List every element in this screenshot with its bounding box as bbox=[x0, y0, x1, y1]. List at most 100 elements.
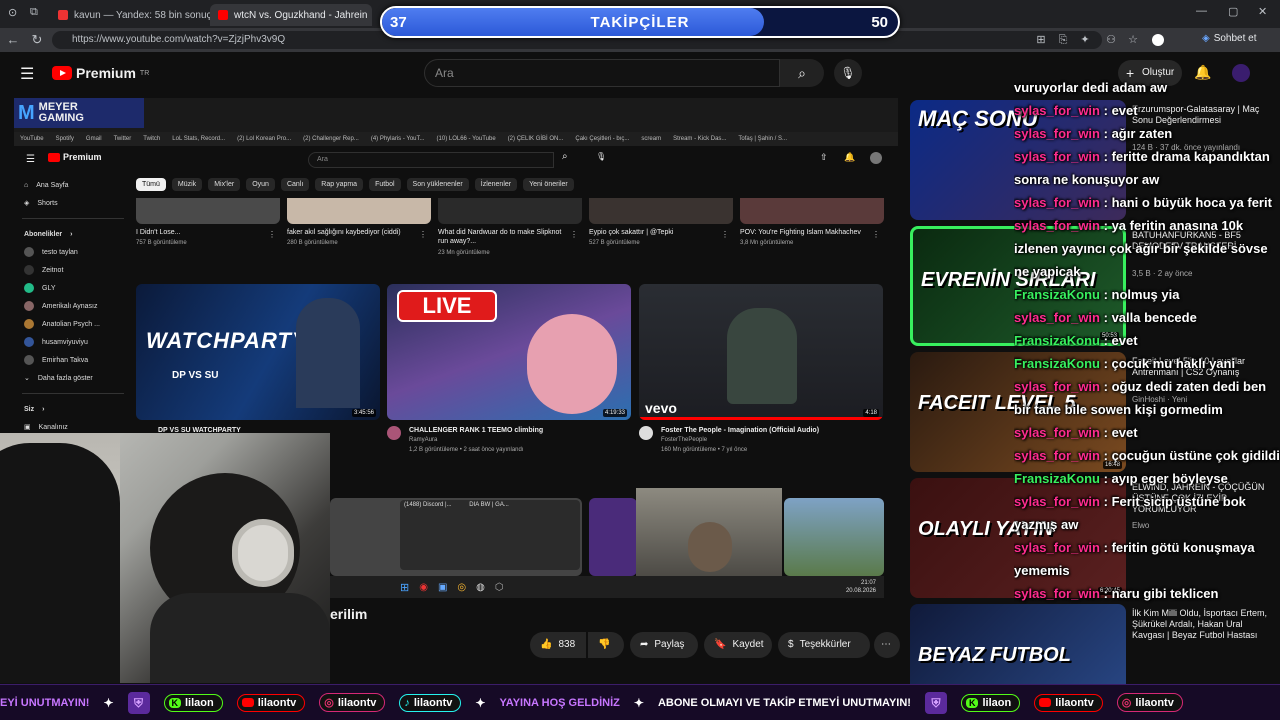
hamburger-menu-icon[interactable]: ☰ bbox=[20, 64, 34, 84]
sidebar-item-sub[interactable]: GLY bbox=[14, 279, 132, 297]
filter-chip[interactable]: Futbol bbox=[369, 178, 401, 191]
search-input[interactable]: Ara bbox=[424, 59, 780, 87]
bookmark-item[interactable]: (10) LOL66 - YouTube bbox=[437, 136, 496, 142]
filter-chip[interactable]: Son yüklenenler bbox=[406, 178, 469, 191]
video-title[interactable]: I Didn't Lose... bbox=[136, 228, 264, 237]
save-button[interactable]: 🔖 Kaydet bbox=[704, 632, 772, 658]
sidebar-item-shorts[interactable]: ◈ Shorts bbox=[14, 194, 132, 212]
chrome-icon[interactable]: ◎ bbox=[457, 582, 466, 593]
more-actions-button[interactable]: ⋯ bbox=[874, 632, 900, 658]
split-icon[interactable]: ⚇ bbox=[1104, 33, 1118, 47]
copilot-chat-button[interactable]: ◈ Sohbet et bbox=[1202, 33, 1257, 44]
filter-chip[interactable]: Oyun bbox=[246, 178, 275, 191]
app-icon[interactable]: ⬡ bbox=[495, 582, 504, 593]
maximize-icon[interactable]: ▢ bbox=[1228, 5, 1238, 18]
sidebar-item-home[interactable]: ⌂ Ana Sayfa bbox=[14, 176, 132, 194]
more-options-icon[interactable]: ⋮ bbox=[570, 230, 578, 239]
hamburger-menu-icon[interactable]: ☰ bbox=[26, 154, 35, 165]
video-thumbnail[interactable] bbox=[287, 198, 431, 224]
show-more-button[interactable]: ⌄ Daha fazla göster bbox=[14, 369, 132, 387]
tab-actions-icon[interactable]: ⧉ bbox=[30, 6, 38, 19]
video-thumbnail[interactable] bbox=[438, 198, 582, 224]
inner-search-input[interactable]: Ara bbox=[308, 152, 554, 168]
video-title[interactable]: CHALLENGER RANK 1 TEEMO climbing bbox=[409, 426, 619, 435]
channel-avatar[interactable] bbox=[639, 426, 653, 440]
filter-chip[interactable]: Canlı bbox=[280, 178, 310, 191]
video-title[interactable]: Foster The People - Imagination (Officia… bbox=[661, 426, 871, 435]
bookmark-item[interactable]: Tofaş | Şahin / S... bbox=[738, 136, 787, 142]
video-thumbnail[interactable] bbox=[784, 498, 884, 576]
bookmark-item[interactable]: Çakı Çeşitleri - bıç... bbox=[575, 136, 629, 142]
reload-icon[interactable]: ↻ bbox=[26, 32, 48, 48]
minimize-icon[interactable]: — bbox=[1196, 5, 1207, 17]
browser-tab-2[interactable]: wtcN vs. Oguzkhand - Jahrein ✕ bbox=[210, 4, 372, 26]
filter-chip[interactable]: Mix'ler bbox=[208, 178, 241, 191]
mic-icon[interactable]: 🎙 bbox=[596, 152, 606, 161]
profile-icon[interactable]: ⊙ bbox=[8, 6, 17, 19]
video-thumbnail[interactable]: vevo 4:18 bbox=[639, 284, 883, 420]
video-thumbnail[interactable]: WATCHPARTY DP VS SU 3:45:56 bbox=[136, 284, 380, 420]
video-title[interactable]: POV: You're Fighting Islam Makhachev bbox=[740, 228, 868, 237]
puzzle-icon[interactable]: ✦ bbox=[1078, 33, 1092, 47]
bookmark-item[interactable]: Spotify bbox=[56, 136, 74, 142]
filter-chip[interactable]: Yeni öneriler bbox=[523, 178, 574, 191]
video-thumbnail[interactable] bbox=[589, 498, 637, 576]
notifications-icon[interactable]: 🔔 bbox=[844, 152, 855, 163]
thanks-button[interactable]: $ Teşekkürler bbox=[778, 632, 870, 658]
windows-start-icon[interactable]: ⊞ bbox=[400, 581, 409, 594]
sidebar-item-sub[interactable]: testo taylan bbox=[14, 243, 132, 261]
more-options-icon[interactable]: ⋮ bbox=[419, 230, 427, 239]
avatar[interactable] bbox=[870, 152, 882, 164]
app-icon[interactable]: ◉ bbox=[419, 582, 428, 593]
channel-avatar[interactable] bbox=[387, 426, 401, 440]
bookmark-item[interactable]: Twitch bbox=[143, 136, 160, 142]
subscriptions-heading[interactable]: Abonelikler › bbox=[14, 225, 132, 243]
favorites-icon[interactable]: ☆ bbox=[1126, 33, 1140, 47]
sidebar-item-sub[interactable]: Zeitnot bbox=[14, 261, 132, 279]
video-thumbnail[interactable] bbox=[136, 198, 280, 224]
filter-chip[interactable]: İzlenenler bbox=[474, 178, 518, 191]
video-thumbnail[interactable]: LIVE 4:19:33 bbox=[387, 284, 631, 420]
bookmark-item[interactable]: (4) Phylaris - YouT... bbox=[371, 136, 425, 142]
sidebar-item-sub[interactable]: Emirhan Takva bbox=[14, 351, 132, 369]
browser-tab-1[interactable]: kavun — Yandex: 58 bin sonuç bu ✕ bbox=[50, 4, 210, 26]
search-icon[interactable]: ⌕ bbox=[562, 151, 568, 162]
video-thumbnail[interactable] bbox=[589, 198, 733, 224]
close-window-icon[interactable]: ✕ bbox=[1258, 5, 1267, 18]
extension-icon[interactable]: ⊞ bbox=[1034, 33, 1048, 47]
filter-chip[interactable]: Müzik bbox=[171, 178, 203, 191]
inner-youtube-logo[interactable]: Premium bbox=[48, 152, 102, 162]
bookmark-item[interactable]: Gmail bbox=[86, 136, 102, 142]
bookmark-item[interactable]: (2) Lol Korean Pro... bbox=[237, 136, 291, 142]
app-icon[interactable]: ▣ bbox=[438, 582, 447, 593]
bookmark-item[interactable]: Twitter bbox=[114, 136, 132, 142]
back-icon[interactable]: ← bbox=[2, 32, 24, 47]
you-heading[interactable]: Siz › bbox=[14, 400, 132, 418]
bookmark-item[interactable]: Stream - Kick Das... bbox=[673, 136, 726, 142]
bookmark-item[interactable]: YouTube bbox=[20, 136, 44, 142]
share-button[interactable]: ➦ Paylaş bbox=[630, 632, 698, 658]
sidebar-item-sub[interactable]: Amerikalı Aynasız bbox=[14, 297, 132, 315]
video-thumbnail[interactable] bbox=[740, 198, 884, 224]
more-options-icon[interactable]: ⋮ bbox=[268, 230, 276, 239]
more-options-icon[interactable]: ⋮ bbox=[721, 230, 729, 239]
bookmark-item[interactable]: (2) Challenger Rep... bbox=[303, 136, 359, 142]
more-options-icon[interactable]: ⋮ bbox=[872, 230, 880, 239]
youtube-logo[interactable]: Premium TR bbox=[52, 65, 149, 81]
voice-search-button[interactable]: 🎙 bbox=[834, 59, 862, 87]
search-button[interactable]: ⌕ bbox=[780, 59, 824, 87]
app-icon[interactable]: ◍ bbox=[476, 582, 485, 593]
bookmark-item[interactable]: LoL Stats, Record... bbox=[172, 136, 225, 142]
filter-chip[interactable]: Tümü bbox=[136, 178, 166, 191]
video-title[interactable]: What did Nardwuar do to make Slipknot ru… bbox=[438, 228, 566, 246]
sidebar-item-sub[interactable]: Anatolian Psych ... bbox=[14, 315, 132, 333]
video-title[interactable]: Eypio çok sakattır | @Tepki bbox=[589, 228, 717, 237]
bookmark-item[interactable]: scream bbox=[641, 136, 661, 142]
video-title[interactable]: faker akıl sağlığını kaybediyor (ciddi) bbox=[287, 228, 415, 237]
cast-icon[interactable]: ⎘ bbox=[1056, 33, 1070, 47]
bookmark-item[interactable]: (2) ÇELIK GİBİ ON... bbox=[508, 136, 564, 142]
upload-icon[interactable]: ⇧ bbox=[820, 152, 828, 163]
filter-chip[interactable]: Rap yapma bbox=[315, 178, 364, 191]
sidebar-item-sub[interactable]: husamviyuviyu bbox=[14, 333, 132, 351]
avatar[interactable] bbox=[1152, 34, 1164, 46]
